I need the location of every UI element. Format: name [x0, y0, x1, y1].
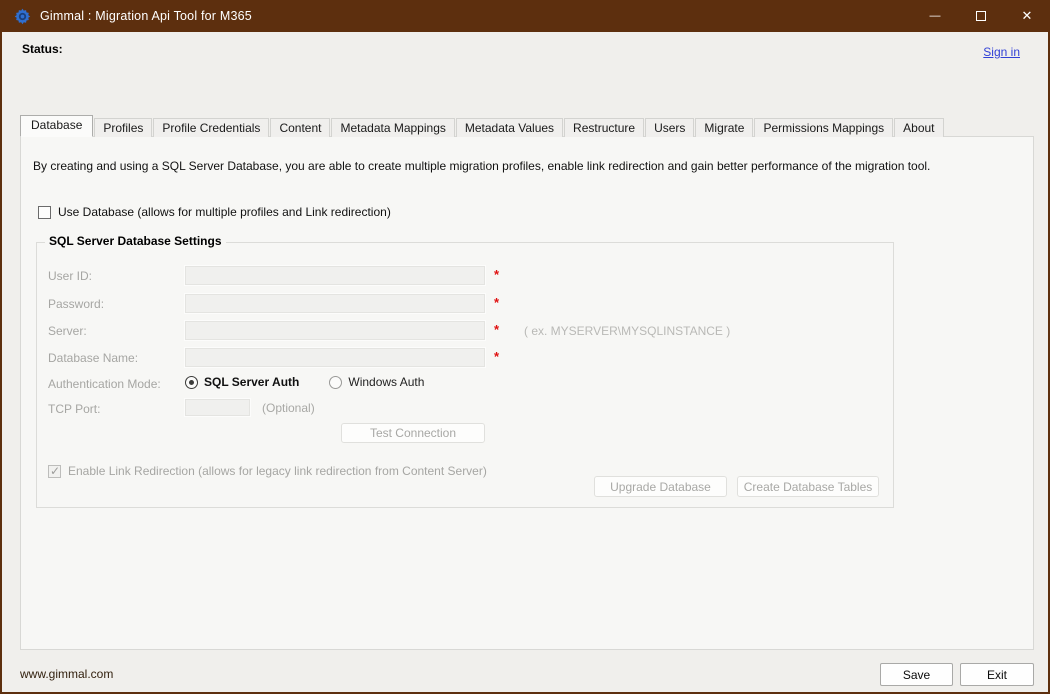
tab-permissions-mappings[interactable]: Permissions Mappings	[754, 118, 893, 137]
enable-link-redirection-row[interactable]: Enable Link Redirection (allows for lega…	[48, 464, 487, 478]
radio-sql-server-auth-label: SQL Server Auth	[204, 375, 299, 389]
database-tab-panel: By creating and using a SQL Server Datab…	[20, 136, 1034, 650]
maximize-button[interactable]	[958, 0, 1004, 32]
app-window: Gimmal : Migration Api Tool for M365 — ✕…	[0, 0, 1050, 694]
minimize-icon: —	[930, 10, 941, 22]
password-field[interactable]	[185, 294, 485, 313]
enable-link-redirection-label: Enable Link Redirection (allows for lega…	[68, 464, 487, 478]
auth-mode-radio-group: SQL Server Auth Windows Auth	[185, 375, 454, 389]
tab-content[interactable]: Content	[270, 118, 330, 137]
tab-profile-credentials[interactable]: Profile Credentials	[153, 118, 269, 137]
server-required-mark: *	[494, 322, 499, 337]
tab-strip: Database Profiles Profile Credentials Co…	[20, 115, 944, 137]
sign-in-link[interactable]: Sign in	[983, 45, 1020, 59]
tab-restructure[interactable]: Restructure	[564, 118, 644, 137]
enable-link-redirection-checkbox[interactable]	[48, 465, 61, 478]
database-description: By creating and using a SQL Server Datab…	[33, 159, 930, 173]
user-id-required-mark: *	[494, 267, 499, 282]
user-id-field[interactable]	[185, 266, 485, 285]
create-database-tables-button[interactable]: Create Database Tables	[737, 476, 879, 497]
exit-button[interactable]: Exit	[960, 663, 1034, 686]
tcp-port-hint: (Optional)	[262, 401, 315, 415]
tab-about[interactable]: About	[894, 118, 943, 137]
title-bar: Gimmal : Migration Api Tool for M365 — ✕	[0, 0, 1050, 32]
server-field[interactable]	[185, 321, 485, 340]
tab-database[interactable]: Database	[20, 115, 93, 137]
password-required-mark: *	[494, 295, 499, 310]
auth-mode-label: Authentication Mode:	[48, 377, 161, 391]
user-id-label: User ID:	[48, 269, 92, 283]
minimize-button[interactable]: —	[912, 0, 958, 32]
maximize-icon	[976, 11, 986, 21]
status-label: Status:	[22, 42, 63, 56]
tab-metadata-values[interactable]: Metadata Values	[456, 118, 563, 137]
upgrade-database-button[interactable]: Upgrade Database	[594, 476, 727, 497]
close-icon: ✕	[1022, 8, 1033, 24]
save-button[interactable]: Save	[880, 663, 953, 686]
use-database-checkbox[interactable]	[38, 206, 51, 219]
tab-migrate[interactable]: Migrate	[695, 118, 753, 137]
tcp-port-field[interactable]	[185, 399, 250, 416]
radio-windows-auth-label: Windows Auth	[348, 375, 424, 389]
test-connection-button[interactable]: Test Connection	[341, 423, 485, 443]
use-database-checkbox-row[interactable]: Use Database (allows for multiple profil…	[38, 205, 391, 219]
server-hint: ( ex. MYSERVER\MYSQLINSTANCE )	[524, 324, 730, 338]
window-title: Gimmal : Migration Api Tool for M365	[40, 9, 252, 23]
radio-sql-server-auth[interactable]: SQL Server Auth	[185, 375, 299, 389]
website-link: www.gimmal.com	[20, 667, 113, 681]
server-label: Server:	[48, 324, 87, 338]
tab-profiles[interactable]: Profiles	[94, 118, 152, 137]
tcp-port-label: TCP Port:	[48, 402, 100, 416]
sql-settings-groupbox: SQL Server Database Settings User ID: * …	[36, 242, 894, 508]
groupbox-title: SQL Server Database Settings	[45, 234, 226, 248]
radio-windows-auth[interactable]: Windows Auth	[329, 375, 424, 389]
radio-unselected-icon	[329, 376, 342, 389]
tab-metadata-mappings[interactable]: Metadata Mappings	[331, 118, 454, 137]
radio-selected-icon	[185, 376, 198, 389]
database-name-label: Database Name:	[48, 351, 138, 365]
use-database-label: Use Database (allows for multiple profil…	[58, 205, 391, 219]
database-name-field[interactable]	[185, 348, 485, 367]
app-gear-icon	[14, 8, 31, 25]
close-button[interactable]: ✕	[1004, 0, 1050, 32]
password-label: Password:	[48, 297, 104, 311]
tab-users[interactable]: Users	[645, 118, 694, 137]
database-name-required-mark: *	[494, 349, 499, 364]
